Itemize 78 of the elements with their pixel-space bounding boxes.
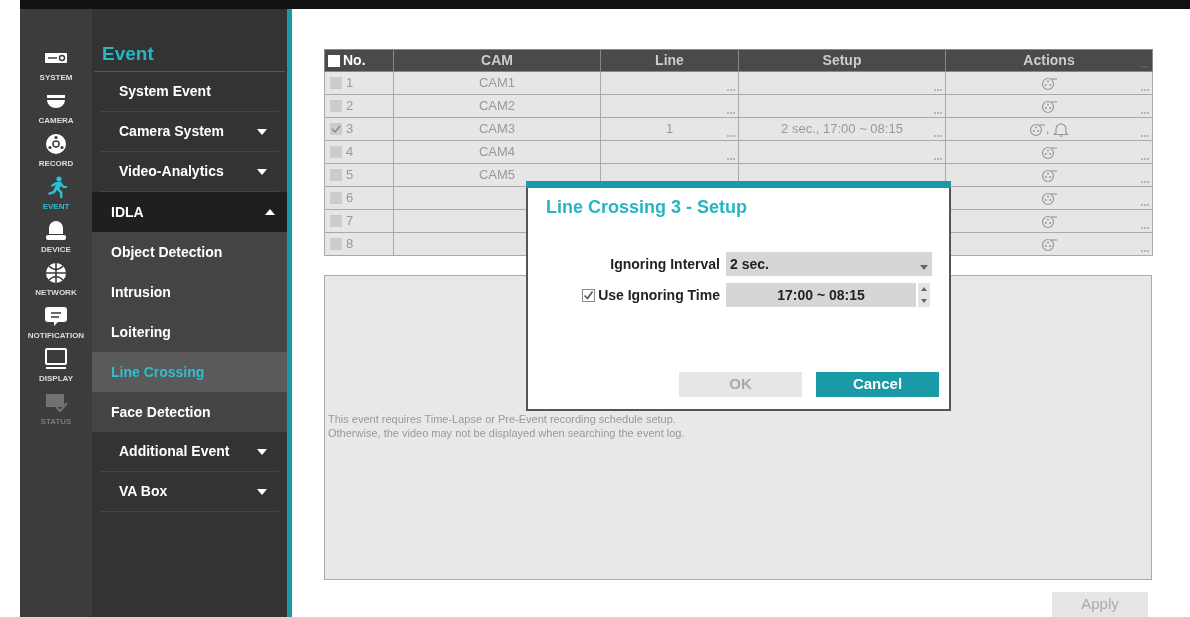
bell-icon — [1053, 121, 1070, 137]
rail-item[interactable]: NOTIFICATION — [20, 305, 92, 341]
checkbox[interactable] — [330, 100, 342, 112]
checkbox[interactable] — [330, 238, 342, 250]
rail-item[interactable]: CAMERA — [20, 90, 92, 126]
menu-item[interactable]: Intrusion — [92, 272, 287, 312]
expand-caret-icon — [257, 168, 267, 175]
column-header: Actions — [1023, 51, 1075, 70]
menu-item[interactable]: Face Detection — [92, 392, 287, 432]
interval-dropdown[interactable]: 2 sec. — [726, 252, 932, 276]
checkbox[interactable] — [328, 54, 340, 67]
checkbox[interactable] — [330, 192, 342, 204]
checkbox[interactable] — [330, 77, 342, 89]
rail-item[interactable]: NETWORK — [20, 262, 92, 298]
row-number: 8 — [346, 235, 354, 254]
field-label: Use Ignoring Time — [598, 285, 720, 305]
row-number: 4 — [346, 143, 354, 162]
table-cell: 2 sec., 17:00 ~ 08:15 — [781, 121, 903, 137]
table-cell: CAM2 — [478, 98, 516, 114]
table-cell: CAM1 — [478, 75, 516, 91]
menu-title: Event — [94, 9, 285, 72]
table-cell: CAM4 — [478, 144, 516, 160]
menu-item[interactable]: Loitering — [92, 312, 287, 352]
menu-item[interactable]: VA Box — [100, 472, 279, 512]
reel-icon — [1028, 121, 1045, 137]
row-number: 1 — [346, 74, 354, 93]
reel-icon — [1041, 98, 1057, 114]
column-header: Setup — [822, 51, 862, 70]
reel-icon — [44, 133, 68, 155]
column-header: CAM — [481, 51, 513, 70]
siren-icon — [44, 219, 68, 241]
menu-item[interactable]: Object Detection — [92, 232, 287, 272]
reel-icon — [1041, 190, 1057, 206]
reel-icon — [1041, 144, 1057, 160]
column-header: Line — [655, 51, 684, 70]
expand-caret-icon — [257, 128, 267, 135]
chat-icon — [44, 305, 68, 327]
checkbox[interactable] — [330, 146, 342, 158]
dropdown-caret-icon — [920, 264, 928, 270]
menu-item[interactable]: IDLA — [92, 192, 287, 232]
rail-item[interactable]: DISPLAY — [20, 348, 92, 384]
table-cell: 1 — [665, 121, 674, 137]
rail-item[interactable]: EVENT — [20, 176, 92, 212]
column-header: No. — [343, 51, 366, 70]
separator: , — [1045, 120, 1050, 139]
checkbox[interactable] — [330, 215, 342, 227]
expand-caret-icon — [257, 448, 267, 455]
globe-icon — [44, 262, 68, 284]
checkbox[interactable] — [582, 288, 596, 302]
checkbox[interactable] — [330, 169, 342, 181]
time-range-field[interactable]: 17:00 ~ 08:15 — [726, 283, 916, 307]
rail-item[interactable]: RECORD — [20, 133, 92, 169]
reel-icon — [1041, 236, 1057, 252]
reel-icon — [1041, 75, 1057, 91]
menu-item[interactable]: System Event — [100, 72, 279, 112]
menu-item[interactable]: Camera System — [100, 112, 279, 152]
monitor-check-icon — [44, 391, 68, 413]
rail-item[interactable]: SYSTEM — [20, 47, 92, 83]
collapse-caret-icon — [265, 209, 275, 215]
reel-icon — [1041, 213, 1057, 229]
field-label: Ignoring Interval — [609, 254, 721, 274]
reel-icon — [1041, 167, 1057, 183]
spinner-icon[interactable] — [918, 283, 930, 307]
row-number: 5 — [346, 166, 354, 185]
expand-caret-icon — [257, 488, 267, 495]
table-cell: CAM3 — [478, 121, 516, 137]
row-number: 6 — [346, 189, 354, 208]
info-note: This event requires Time-Lapse or Pre-Event recording schedule setup. — [328, 412, 676, 426]
table-cell: CAM5 — [478, 167, 516, 183]
monitor-icon — [44, 348, 68, 370]
row-number: 2 — [346, 97, 354, 116]
rail-item[interactable]: DEVICE — [20, 219, 92, 255]
checkbox[interactable] — [330, 123, 342, 135]
menu-item[interactable]: Additional Event — [100, 432, 279, 472]
row-number: 3 — [346, 120, 354, 139]
row-number: 7 — [346, 212, 354, 231]
dialog-title: Line Crossing 3 - Setup — [545, 196, 748, 219]
info-note: Otherwise, the video may not be displayed when searching the event log. — [328, 426, 685, 440]
